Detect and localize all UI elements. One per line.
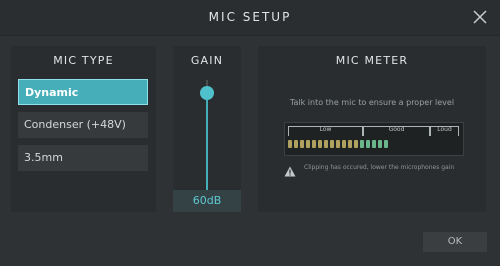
level-bar: [288, 140, 292, 148]
level-bar: [474, 140, 478, 148]
mic-type-option-3-5mm[interactable]: 3.5mm: [18, 145, 148, 171]
level-bar: [468, 140, 472, 148]
gain-slider-fill: [206, 92, 208, 190]
level-bar: [336, 140, 340, 148]
level-bar: [354, 140, 358, 148]
title-bar: MIC SETUP: [0, 0, 500, 36]
level-bar: [294, 140, 298, 148]
warning-icon: [284, 162, 296, 177]
gain-value: 60dB: [173, 190, 241, 212]
scale-label-good: Good: [388, 126, 405, 133]
level-bar: [384, 140, 388, 148]
warning-text: Clipping has occured, lower the micropho…: [304, 164, 455, 171]
level-bar: [432, 140, 436, 148]
warning-row: Clipping has occured, lower the micropho…: [284, 162, 474, 177]
mic-meter-panel: MIC METER Talk into the mic to ensure a …: [258, 46, 486, 212]
gain-title: GAIN: [190, 54, 224, 67]
gain-slider-handle[interactable]: [200, 85, 214, 100]
level-bar: [444, 140, 448, 148]
level-bar: [366, 140, 370, 148]
level-bar: [450, 140, 454, 148]
level-meter: Low Good Loud: [284, 122, 464, 156]
level-bar: [312, 140, 316, 148]
level-bar: [378, 140, 382, 148]
mic-meter-title: MIC METER: [335, 54, 409, 67]
level-bar: [390, 140, 394, 148]
level-bar: [396, 140, 400, 148]
level-bar: [360, 140, 364, 148]
scale-good: Good: [363, 126, 430, 136]
level-bar: [426, 140, 430, 148]
scale-low: Low: [288, 126, 363, 136]
level-bar: [324, 140, 328, 148]
dialog-title: MIC SETUP: [208, 10, 292, 24]
level-bar: [480, 140, 484, 148]
close-icon[interactable]: [470, 7, 490, 27]
level-bar: [372, 140, 376, 148]
level-bar: [348, 140, 352, 148]
scale-loud: Loud: [430, 126, 459, 136]
level-bar: [420, 140, 424, 148]
mic-type-title: MIC TYPE: [53, 54, 114, 67]
mic-type-option-dynamic[interactable]: Dynamic: [18, 79, 148, 105]
level-bar: [300, 140, 304, 148]
level-bars: [288, 140, 484, 150]
level-bar: [438, 140, 442, 148]
level-bar: [414, 140, 418, 148]
mic-setup-dialog: MIC SETUP MIC TYPE Dynamic Condenser (+4…: [0, 0, 500, 266]
level-bar: [342, 140, 346, 148]
scale-label-low: Low: [319, 126, 332, 133]
ok-button[interactable]: OK: [423, 232, 487, 252]
level-bar: [306, 140, 310, 148]
level-bar: [330, 140, 334, 148]
level-bar: [456, 140, 460, 148]
level-bar: [402, 140, 406, 148]
level-bar: [318, 140, 322, 148]
scale-label-loud: Loud: [437, 126, 452, 133]
mic-type-option-condenser[interactable]: Condenser (+48V): [18, 112, 148, 138]
level-bar: [462, 140, 466, 148]
level-bar: [408, 140, 412, 148]
mic-meter-hint: Talk into the mic to ensure a proper lev…: [289, 98, 455, 107]
gain-panel: GAIN 60dB: [173, 46, 241, 212]
mic-type-panel: MIC TYPE Dynamic Condenser (+48V) 3.5mm: [11, 46, 156, 212]
